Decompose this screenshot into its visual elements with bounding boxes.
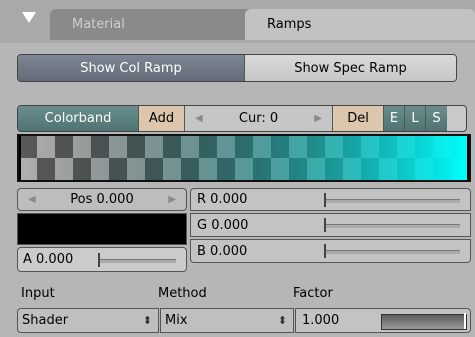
b-slider[interactable]: B 0.000 <box>190 239 471 263</box>
b-slider-track <box>324 250 460 254</box>
method-header: Method <box>158 286 207 301</box>
method-select-value: Mix <box>165 313 188 328</box>
color-swatch[interactable] <box>17 213 187 245</box>
pos-label: Pos 0.000 <box>70 192 134 207</box>
show-spec-ramp-label: Show Spec Ramp <box>294 60 407 76</box>
add-label: Add <box>148 111 175 126</box>
alpha-slider-handle[interactable] <box>98 253 100 267</box>
collapse-triangle-icon[interactable] <box>22 12 36 23</box>
colorband-toggle-button[interactable]: Colorband <box>18 106 139 131</box>
ramp-gradient-graphic <box>19 136 469 180</box>
factor-label: 1.000 <box>302 313 340 328</box>
show-col-ramp-button[interactable]: Show Col Ramp <box>18 55 244 81</box>
b-slider-handle[interactable] <box>324 244 326 258</box>
input-select[interactable]: Shader ⬍ <box>17 308 159 333</box>
alpha-slider[interactable]: A 0.000 <box>17 247 187 272</box>
alpha-slider-track <box>98 259 176 263</box>
r-slider-track <box>324 199 460 203</box>
show-spec-ramp-button[interactable]: Show Spec Ramp <box>244 55 456 81</box>
show-col-ramp-label: Show Col Ramp <box>80 60 182 76</box>
ramps-panel: Material Ramps Show Col Ramp Show Spec R… <box>0 0 475 337</box>
ramp-toggle-group: Show Col Ramp Show Spec Ramp <box>17 54 457 82</box>
tab-ramps[interactable]: Ramps <box>245 9 475 40</box>
cur-label: Cur: 0 <box>238 111 279 126</box>
r-slider-handle[interactable] <box>324 193 326 207</box>
ramp-marker-left[interactable] <box>19 136 21 180</box>
r-label: R 0.000 <box>197 192 248 207</box>
input-header: Input <box>21 286 55 301</box>
alpha-label: A 0.000 <box>23 252 74 267</box>
pos-increment-icon[interactable]: ▶ <box>168 194 176 205</box>
g-label: G 0.000 <box>197 217 249 233</box>
interp-e-label: E <box>389 111 399 126</box>
colorband-label: Colorband <box>44 111 112 126</box>
tab-material[interactable]: Material <box>50 9 255 40</box>
color-ramp-preview[interactable] <box>17 134 471 182</box>
pos-number-field[interactable]: ◀ Pos 0.000 ▶ <box>17 188 187 211</box>
decrement-arrow-icon[interactable]: ◀ <box>195 113 203 124</box>
input-updown-icon: ⬍ <box>142 314 152 327</box>
interp-e-button[interactable]: E <box>384 106 405 131</box>
factor-slider[interactable]: 1.000 <box>295 308 471 333</box>
factor-slider-handle[interactable] <box>464 313 466 329</box>
g-slider-track <box>324 224 460 228</box>
interp-s-button[interactable]: S <box>426 106 447 131</box>
g-slider[interactable]: G 0.000 <box>190 213 471 237</box>
method-select[interactable]: Mix ⬍ <box>160 308 294 333</box>
tab-ramps-label: Ramps <box>267 17 312 32</box>
interp-l-label: L <box>411 111 419 126</box>
factor-slider-fill <box>381 314 467 330</box>
b-label: B 0.000 <box>197 243 248 259</box>
method-updown-icon: ⬍ <box>277 314 287 327</box>
ramp-marker-right[interactable] <box>467 136 469 180</box>
increment-arrow-icon[interactable]: ▶ <box>314 113 322 124</box>
pos-decrement-icon[interactable]: ◀ <box>28 194 36 205</box>
tab-material-label: Material <box>72 17 125 32</box>
add-button[interactable]: Add <box>139 106 185 131</box>
factor-header: Factor <box>293 286 333 301</box>
cur-number-field[interactable]: ◀ Cur: 0 ▶ <box>185 106 333 131</box>
g-slider-handle[interactable] <box>324 218 326 232</box>
interp-s-label: S <box>432 111 441 126</box>
del-label: Del <box>347 111 369 126</box>
r-slider[interactable]: R 0.000 <box>190 188 471 211</box>
colorband-toolbar: Colorband Add ◀ Cur: 0 ▶ Del E L S <box>17 105 467 132</box>
interp-l-button[interactable]: L <box>405 106 426 131</box>
del-button[interactable]: Del <box>333 106 384 131</box>
input-select-value: Shader <box>22 313 69 328</box>
